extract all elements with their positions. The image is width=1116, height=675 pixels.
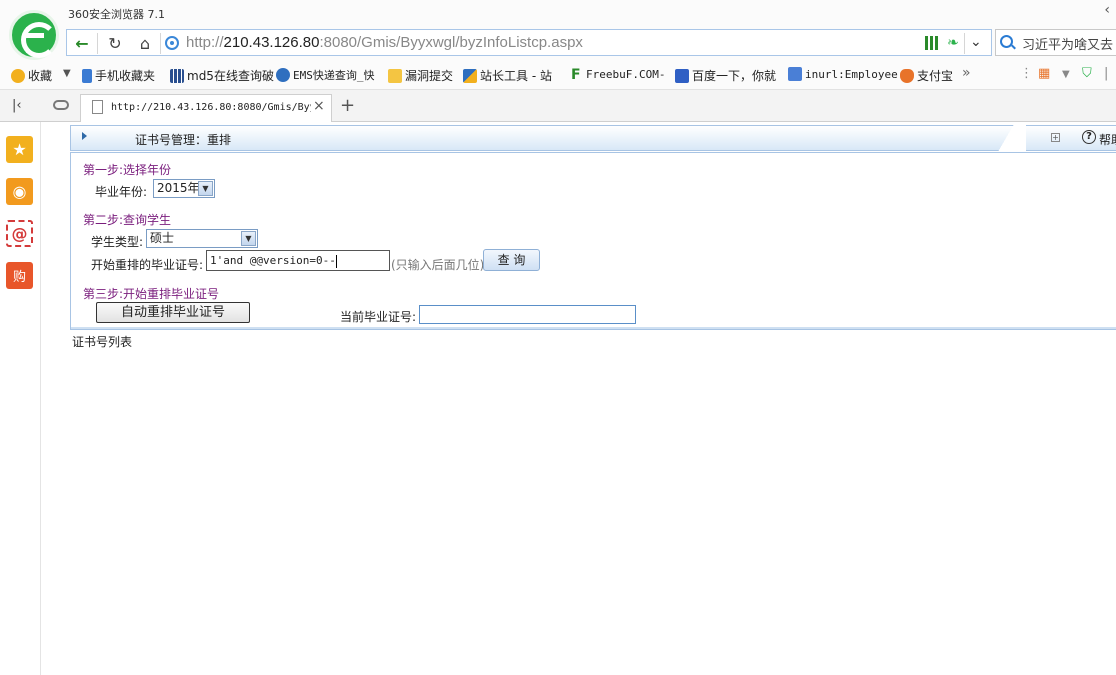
step1-title: 第一步:选择年份 bbox=[83, 163, 172, 177]
ems-icon bbox=[276, 68, 290, 82]
fav-item-md5[interactable]: md5在线查询破 bbox=[170, 67, 274, 84]
left-sidebar: ★ ◉ @ 购 bbox=[0, 122, 41, 675]
help-icon[interactable]: ? bbox=[1082, 130, 1096, 144]
triangle-right-icon bbox=[82, 132, 87, 140]
freebuf-icon: F bbox=[571, 67, 581, 83]
fav-item-vuln[interactable]: 漏洞提交 bbox=[388, 67, 453, 84]
student-type-label: 学生类型: bbox=[91, 235, 144, 249]
paw-icon bbox=[675, 68, 689, 83]
expand-plus-icon[interactable]: + bbox=[1051, 133, 1060, 142]
fav-item-alipay[interactable]: 支付宝 bbox=[900, 67, 953, 84]
favorites-bar: 收藏 ▼ 手机收藏夹 md5在线查询破 EMS快递查询_快 漏洞提交 站长工具 … bbox=[0, 60, 1116, 90]
qr-code-icon[interactable] bbox=[925, 36, 939, 50]
start-cert-hint: (只输入后面几位) bbox=[391, 258, 485, 272]
year-label: 毕业年份: bbox=[95, 185, 148, 199]
chevron-down-icon[interactable]: ▼ bbox=[241, 231, 256, 246]
google-icon bbox=[788, 67, 802, 81]
panel-header: 证书号管理：重排 + ? 帮助 bbox=[70, 125, 1116, 151]
browser-logo-icon[interactable] bbox=[9, 10, 59, 60]
shield-icon bbox=[900, 68, 914, 83]
cert-list-label: 证书号列表 bbox=[72, 335, 133, 349]
current-cert-input[interactable] bbox=[419, 305, 636, 324]
chevron-down-icon[interactable]: ⌄ bbox=[970, 34, 982, 50]
grid-icon bbox=[170, 68, 184, 83]
phone-icon bbox=[82, 68, 92, 83]
fav-item-webmaster[interactable]: 站长工具 - 站 bbox=[463, 67, 552, 84]
address-row: ← ↻ ⌂ http://210.43.126.80:8080/Gmis/Byy… bbox=[0, 28, 1116, 60]
separator-icon: | bbox=[1104, 66, 1109, 81]
fav-item-ems[interactable]: EMS快递查询_快 bbox=[276, 67, 375, 83]
apps-grid-icon[interactable]: ▦ bbox=[1038, 66, 1050, 81]
home-icon[interactable]: ⌂ bbox=[133, 34, 157, 53]
close-icon[interactable]: × bbox=[313, 98, 325, 114]
security-shield-icon[interactable]: ⛉ bbox=[1082, 66, 1092, 81]
auto-renumber-button[interactable]: 自动重排毕业证号 bbox=[96, 302, 250, 323]
fav-item-mobile[interactable]: 手机收藏夹 bbox=[82, 67, 155, 84]
back-arrow-icon[interactable]: ← bbox=[70, 34, 94, 53]
step3-title: 第三步:开始重排毕业证号 bbox=[83, 287, 220, 301]
site-globe-icon bbox=[165, 36, 179, 50]
webmaster-icon bbox=[463, 68, 477, 83]
dots-icon[interactable]: ⋮ bbox=[1020, 66, 1033, 81]
star-plus-icon bbox=[11, 68, 25, 83]
favorites-menu[interactable]: 收藏 bbox=[11, 67, 52, 84]
star-icon[interactable]: ★ bbox=[6, 136, 33, 163]
tab-active[interactable]: http://210.43.126.80:8080/Gmis/Byyx × bbox=[80, 94, 332, 122]
refresh-icon[interactable]: ↻ bbox=[103, 34, 127, 53]
fav-item-baidu[interactable]: 百度一下，你就 bbox=[675, 67, 776, 84]
caret-down-icon[interactable]: ▼ bbox=[1062, 69, 1070, 80]
form-panel: 第一步:选择年份 毕业年份: 2015年 ▼ 第二步:查询学生 学生类型: 硕士… bbox=[70, 152, 1116, 330]
url-text[interactable]: http://210.43.126.80:8080/Gmis/Byyxwgl/b… bbox=[186, 34, 583, 51]
fav-item-freebuf[interactable]: F FreebuF.COM- bbox=[571, 67, 665, 83]
shop-bag-icon[interactable]: 购 bbox=[6, 262, 33, 289]
step2-title: 第二步:查询学生 bbox=[83, 213, 172, 227]
app-title: 360安全浏览器 7.1 bbox=[68, 8, 165, 21]
leaf-icon[interactable]: ❧ bbox=[947, 35, 959, 51]
start-cert-input[interactable]: 1'and @@version=0-- bbox=[206, 250, 390, 271]
address-bar[interactable]: ← ↻ ⌂ http://210.43.126.80:8080/Gmis/Byy… bbox=[66, 29, 992, 56]
fav-item-inurl[interactable]: inurl:Employee bbox=[788, 67, 898, 81]
current-cert-label: 当前毕业证号: bbox=[340, 310, 417, 324]
query-button[interactable]: 查 询 bbox=[483, 249, 540, 271]
start-cert-label: 开始重排的毕业证号: bbox=[91, 258, 204, 272]
search-input[interactable]: 习近平为啥又去 bbox=[1022, 34, 1113, 53]
mail-at-icon[interactable]: @ bbox=[6, 220, 33, 247]
chevron-left-icon[interactable]: ‹ bbox=[1104, 2, 1110, 18]
tab-list-icon[interactable]: |‹ bbox=[12, 98, 22, 113]
folder-icon bbox=[388, 68, 402, 83]
new-tab-plus-icon[interactable]: + bbox=[340, 95, 355, 116]
student-type-select[interactable]: 硕士 ▼ bbox=[146, 229, 258, 248]
chevron-down-icon[interactable]: ▼ bbox=[198, 181, 213, 196]
double-chevron-right-icon[interactable]: » bbox=[962, 65, 971, 81]
cloud-icon[interactable] bbox=[53, 100, 69, 110]
tab-bar: |‹ http://210.43.126.80:8080/Gmis/Byyx ×… bbox=[0, 90, 1116, 122]
caret-down-icon[interactable]: ▼ bbox=[63, 68, 71, 79]
title-bar: 360安全浏览器 7.1 ‹ bbox=[0, 0, 1116, 28]
search-icon[interactable] bbox=[1000, 35, 1013, 48]
help-link[interactable]: 帮助 bbox=[1099, 131, 1116, 148]
tab-title: http://210.43.126.80:8080/Gmis/Byyx bbox=[111, 102, 311, 113]
year-select[interactable]: 2015年 ▼ bbox=[153, 179, 215, 198]
page-title: 证书号管理：重排 bbox=[135, 133, 232, 147]
page-icon bbox=[92, 100, 103, 114]
weibo-icon[interactable]: ◉ bbox=[6, 178, 33, 205]
search-box[interactable]: 习近平为啥又去 bbox=[995, 29, 1116, 56]
